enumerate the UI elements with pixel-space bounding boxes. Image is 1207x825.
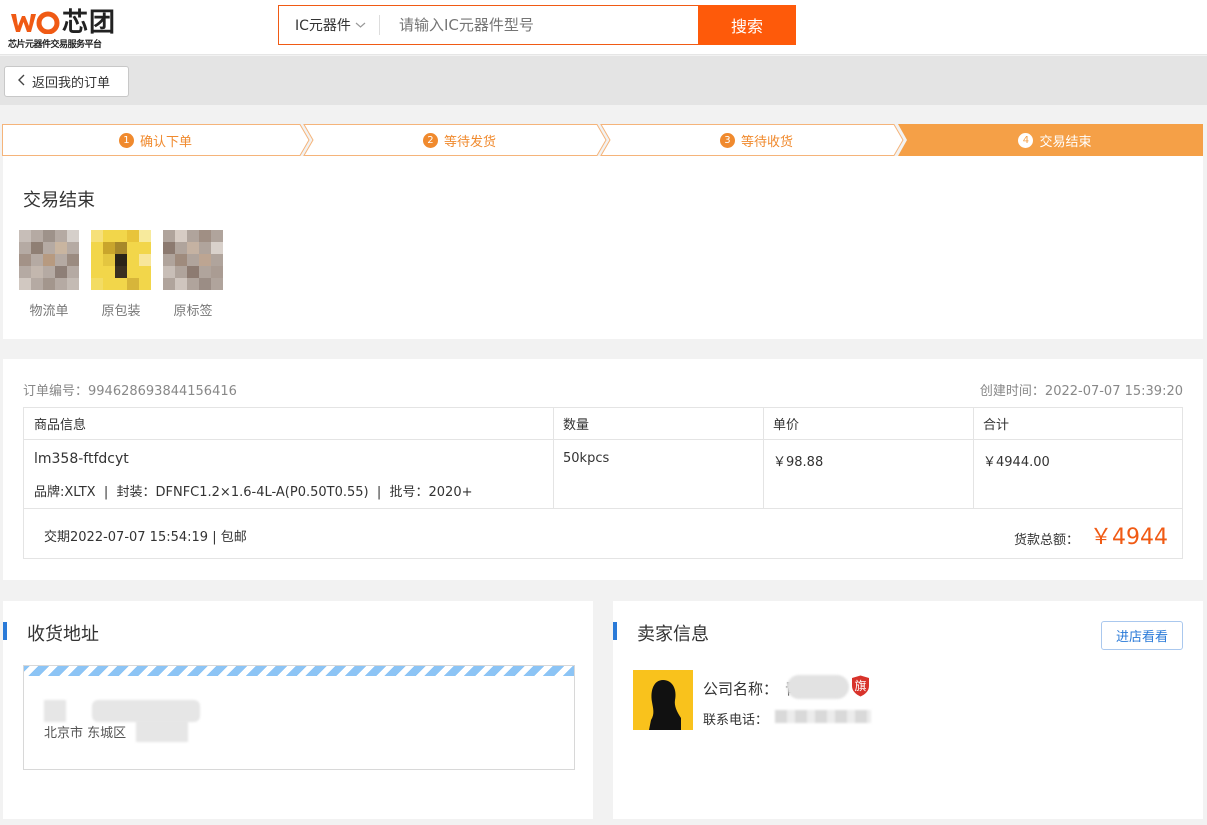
- logo-text: 芯团: [62, 8, 117, 38]
- address-city: 北京市 东城区: [44, 726, 127, 741]
- delivery-info: 交期2022-07-07 15:54:19 | 包邮: [44, 530, 247, 545]
- created-value: 2022-07-07 15:39:20: [1044, 384, 1183, 399]
- flagship-badge-text: 旗: [854, 679, 867, 693]
- back-label: 返回我的订单: [32, 76, 111, 91]
- phone-label: 联系电话：: [703, 713, 769, 728]
- original-label-label: 原标签: [173, 304, 213, 319]
- step-4-number: 4: [1018, 132, 1034, 148]
- step-4: 4 交易结束: [907, 124, 1203, 156]
- column-divider: [763, 408, 764, 508]
- original-package-photo[interactable]: [91, 230, 151, 290]
- order-items-table: 商品信息 数量 单价 合计 lm358-ftfdcyt 品牌:XLTX | 封装…: [23, 407, 1183, 559]
- step-3-label: 等待收货: [740, 134, 793, 150]
- chevron-down-icon: [355, 19, 366, 32]
- seller-title: 卖家信息: [637, 624, 709, 645]
- header-product-info: 商品信息: [24, 408, 553, 440]
- redacted-company-name: [787, 675, 849, 699]
- item-attributes: 品牌:XLTX | 封装：DFNFC1.2×1.6-4L-A(P0.50T0.5…: [34, 485, 473, 500]
- logistics-image-icon: [19, 230, 79, 290]
- item-quantity: 50kpcs: [563, 451, 610, 466]
- created-label: 创建时间：: [979, 384, 1045, 399]
- order-status-panel: 交易结束 物流单 原包装 原标签: [3, 156, 1203, 339]
- step-2-label: 等待发货: [443, 134, 496, 150]
- item-model[interactable]: lm358-ftfdcyt: [34, 451, 129, 467]
- visit-shop-button[interactable]: 进店看看: [1101, 621, 1183, 650]
- search-box: IC元器件 搜索: [278, 5, 796, 45]
- order-progress-steps: 1 确认下单 2 等待发货 3 等待收货 4 交易结束: [2, 124, 1203, 156]
- total-amount: ￥4944: [1090, 525, 1168, 550]
- step-2: 2 等待发货: [313, 124, 606, 156]
- chevron-left-icon: [17, 74, 26, 90]
- avatar-silhouette-icon: [649, 680, 681, 730]
- order-number: 订单编号：994628693844156416: [23, 380, 237, 399]
- company-label: 公司名称：: [703, 680, 779, 698]
- step-1-number: 1: [118, 132, 134, 148]
- step-4-label: 交易结束: [1039, 134, 1092, 150]
- column-divider: [553, 408, 554, 508]
- search-divider: [379, 15, 380, 35]
- logo[interactable]: 芯团 芯片元器件交易服务平台: [6, 6, 116, 50]
- section-accent-bar: [3, 622, 7, 640]
- total-label: 货款总额：: [1014, 533, 1080, 548]
- original-package-label: 原包装: [101, 304, 141, 319]
- seller-avatar[interactable]: [633, 670, 693, 730]
- item-subtotal: ￥4944.00: [983, 455, 1050, 470]
- redacted-name: [44, 700, 66, 722]
- order-number-value: 994628693844156416: [88, 384, 237, 399]
- row-divider: [24, 508, 1182, 509]
- back-to-orders-button[interactable]: 返回我的订单: [4, 66, 129, 97]
- search-category-label: IC元器件: [295, 18, 351, 34]
- header-unit-price: 单价: [763, 408, 973, 440]
- step-3-number: 3: [719, 132, 735, 148]
- redacted-phone: [92, 700, 200, 722]
- item-unit-price: ￥98.88: [773, 455, 824, 470]
- status-title: 交易结束: [23, 190, 95, 211]
- logistics-label: 物流单: [29, 304, 69, 319]
- original-label-photo[interactable]: [163, 230, 223, 290]
- step-3: 3 等待收货: [610, 124, 903, 156]
- seller-info-panel: 卖家信息 进店看看 公司名称： 青 旗 联系电话：: [613, 601, 1203, 819]
- package-image-icon: [91, 230, 151, 290]
- order-number-label: 订单编号：: [23, 384, 89, 399]
- redacted-phone-number: [775, 710, 871, 723]
- address-card: 北京市 东城区: [23, 665, 575, 770]
- logo-subtitle: 芯片元器件交易服务平台: [8, 40, 102, 50]
- header-total: 合计: [973, 408, 1182, 440]
- step-1: 1 确认下单: [2, 124, 309, 156]
- search-category-select[interactable]: IC元器件: [279, 6, 379, 44]
- header-quantity: 数量: [553, 408, 763, 440]
- search-button[interactable]: 搜索: [698, 5, 796, 45]
- label-image-icon: [163, 230, 223, 290]
- logistics-photo[interactable]: [19, 230, 79, 290]
- step-1-label: 确认下单: [139, 134, 192, 150]
- shipping-address-panel: 收货地址 北京市 东城区: [3, 601, 593, 819]
- address-stripe: [24, 666, 574, 676]
- section-accent-bar: [613, 622, 617, 640]
- top-header: 芯团 芯片元器件交易服务平台 IC元器件 搜索: [0, 0, 1207, 55]
- redacted-street: [136, 720, 188, 742]
- order-details-panel: 订单编号：994628693844156416 创建时间：2022-07-07 …: [3, 359, 1203, 580]
- sub-nav-bar: 返回我的订单: [0, 56, 1207, 105]
- step-2-number: 2: [422, 132, 438, 148]
- order-created-time: 创建时间：2022-07-07 15:39:20: [980, 380, 1183, 399]
- flagship-badge: 旗: [851, 675, 870, 697]
- column-divider: [973, 408, 974, 508]
- address-title: 收货地址: [27, 624, 99, 645]
- search-input[interactable]: [389, 6, 699, 44]
- logo-mark-icon: [11, 11, 60, 34]
